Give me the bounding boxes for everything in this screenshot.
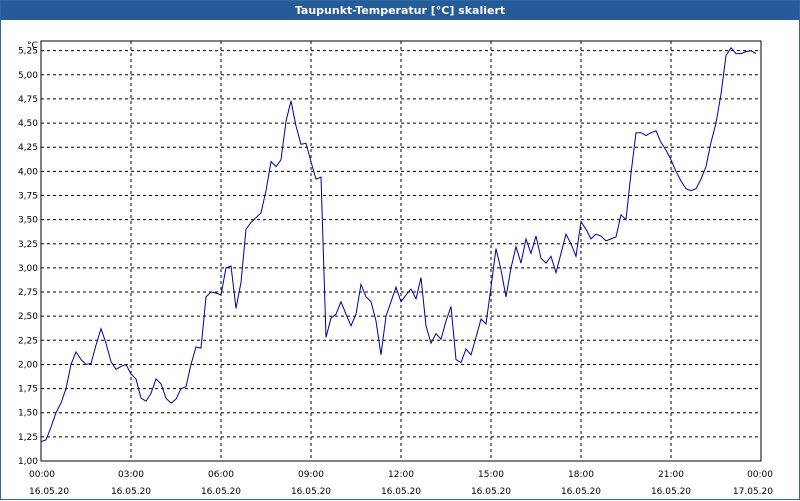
x-tick-date: 16.05.20 bbox=[291, 487, 331, 497]
chart-svg: °C 1,001,251,501,752,002,252,502,753,003… bbox=[18, 40, 773, 497]
x-tick-date: 16.05.20 bbox=[111, 487, 151, 497]
y-tick-label: 4,75 bbox=[18, 95, 38, 105]
y-tick-label: 4,50 bbox=[18, 119, 38, 129]
y-tick-label: 3,75 bbox=[18, 191, 38, 201]
x-tick-date: 16.05.20 bbox=[561, 487, 601, 497]
x-tick-time: 21:00 bbox=[658, 470, 684, 480]
y-tick-label: 2,00 bbox=[18, 360, 38, 370]
x-axis-ticks: 00:00 16.05.20 03:00 16.05.20 06:00 16.05.20 0… bbox=[29, 470, 773, 497]
x-tick-time: 00:00 bbox=[747, 470, 773, 480]
y-tick-label: 1,50 bbox=[18, 409, 38, 419]
y-tick-label: 4,00 bbox=[18, 167, 38, 177]
x-tick-date: 16.05.20 bbox=[471, 487, 511, 497]
chart-window: Taupunkt-Temperatur [°C] skaliert °C 1,0… bbox=[0, 0, 800, 500]
x-tick-date: 17.05.20 bbox=[733, 487, 773, 497]
x-tick-time: 00:00 bbox=[29, 470, 55, 480]
x-tick-time: 06:00 bbox=[208, 470, 234, 480]
y-tick-label: 2,75 bbox=[18, 288, 38, 298]
x-tick-time: 12:00 bbox=[388, 470, 414, 480]
x-tick-time: 03:00 bbox=[118, 470, 144, 480]
y-tick-label: 1,00 bbox=[18, 457, 38, 467]
series-line bbox=[40, 46, 757, 443]
y-tick-label: 5,00 bbox=[18, 71, 38, 81]
x-tick-time: 09:00 bbox=[298, 470, 324, 480]
x-tick-date: 16.05.20 bbox=[201, 487, 241, 497]
y-tick-label: 1,75 bbox=[18, 385, 38, 395]
y-axis-ticks: 1,00 1,25 1,50 1,75 2,00 2,25 2,50 2,75 3,00 3,25… bbox=[18, 47, 38, 467]
y-tick-label: 2,50 bbox=[18, 312, 38, 322]
y-tick-label: 3,25 bbox=[18, 240, 38, 250]
x-tick-time: 18:00 bbox=[568, 470, 594, 480]
x-tick-date: 16.05.20 bbox=[651, 487, 691, 497]
y-tick-label: 1,25 bbox=[18, 433, 38, 443]
x-tick-time: 15:00 bbox=[478, 470, 504, 480]
y-tick-label: 2,25 bbox=[18, 336, 38, 346]
y-tick-label: 5,25 bbox=[18, 47, 38, 57]
y-tick-label: 3,00 bbox=[18, 264, 38, 274]
grid bbox=[40, 41, 762, 462]
x-tick-date: 16.05.20 bbox=[381, 487, 421, 497]
y-tick-label: 3,50 bbox=[18, 216, 38, 226]
y-tick-label: 4,25 bbox=[18, 143, 38, 153]
x-tick-date: 16.05.20 bbox=[29, 487, 69, 497]
